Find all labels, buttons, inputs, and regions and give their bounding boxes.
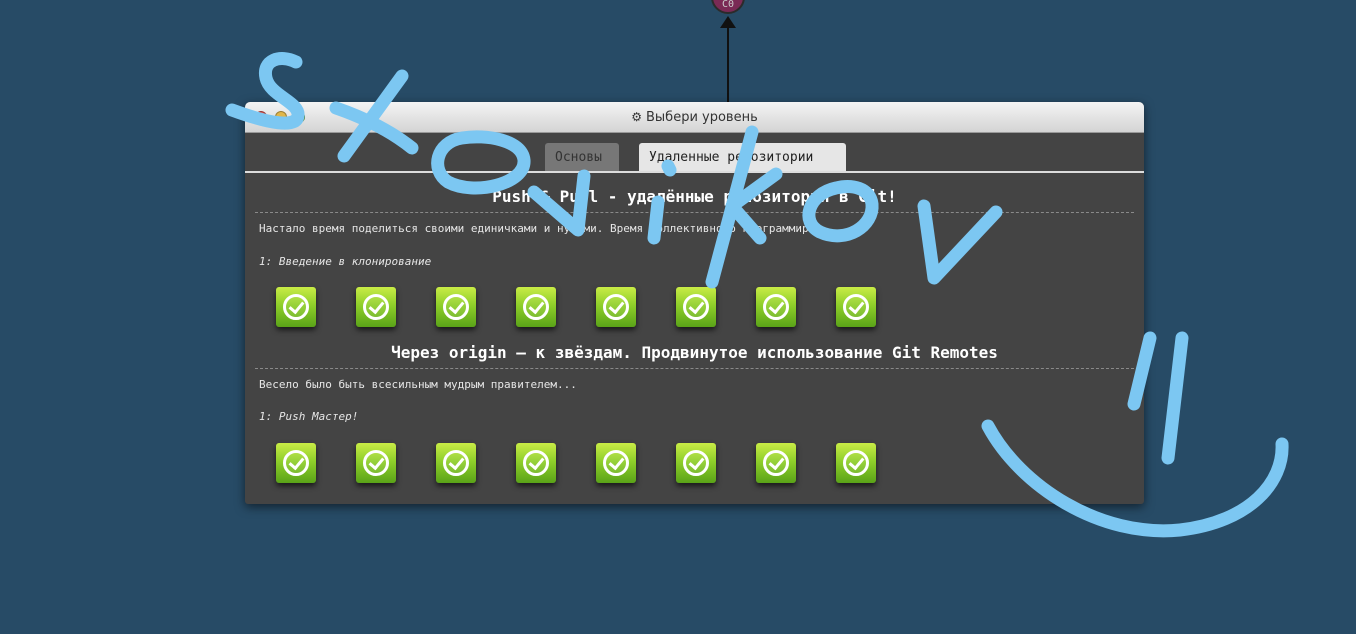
maximize-button[interactable] <box>293 111 305 123</box>
window-titlebar[interactable]: ⚙ Выбери уровень <box>245 102 1144 133</box>
level-heading: 1: Push Мастер! <box>259 410 359 423</box>
check-icon <box>523 450 549 476</box>
arrow-line <box>727 26 729 102</box>
level-button[interactable] <box>276 287 316 327</box>
check-icon <box>283 294 309 320</box>
check-icon <box>843 450 869 476</box>
tab-basics[interactable]: Основы <box>545 143 619 171</box>
close-button[interactable] <box>255 111 267 123</box>
check-icon <box>363 450 389 476</box>
level-button[interactable] <box>516 287 556 327</box>
check-icon <box>763 450 789 476</box>
level-button[interactable] <box>356 287 396 327</box>
level-button[interactable] <box>276 443 316 483</box>
level-button[interactable] <box>836 443 876 483</box>
section-about: Настало время поделиться своими единичка… <box>259 222 809 235</box>
level-button[interactable] <box>756 287 796 327</box>
level-button[interactable] <box>756 443 796 483</box>
check-icon <box>683 450 709 476</box>
level-button[interactable] <box>516 443 556 483</box>
check-icon <box>603 450 629 476</box>
check-icon <box>683 294 709 320</box>
tab-remote-repositories[interactable]: Удаленные репозитории <box>639 143 846 171</box>
level-button[interactable] <box>836 287 876 327</box>
minimize-button[interactable] <box>275 111 287 123</box>
level-button[interactable] <box>676 287 716 327</box>
section-title-push-pull: Push & Pull - удалённые репозитории в Gi… <box>492 187 897 206</box>
commit-node[interactable]: C0 <box>711 0 745 14</box>
check-icon <box>843 294 869 320</box>
window-title: Выбери уровень <box>646 110 758 125</box>
section-divider <box>255 212 1134 213</box>
level-button[interactable] <box>596 287 636 327</box>
tabs-bar: Основы Удаленные репозитории <box>245 133 1144 173</box>
check-icon <box>763 294 789 320</box>
level-select-window: ⚙ Выбери уровень Основы Удаленные репозит… <box>245 102 1144 504</box>
level-button[interactable] <box>356 443 396 483</box>
level-heading: 1: Введение в клонирование <box>259 255 432 268</box>
check-icon <box>443 450 469 476</box>
check-icon <box>443 294 469 320</box>
section-about: Весело было быть всесильным мудрым прави… <box>259 378 577 391</box>
gear-icon: ⚙ <box>631 110 642 124</box>
check-icon <box>523 294 549 320</box>
section-divider <box>255 368 1134 369</box>
level-button[interactable] <box>436 287 476 327</box>
check-icon <box>283 450 309 476</box>
check-icon <box>603 294 629 320</box>
level-button[interactable] <box>676 443 716 483</box>
section-title-remotes-advanced: Через origin – к звёздам. Продвинутое ис… <box>391 343 998 362</box>
level-button[interactable] <box>436 443 476 483</box>
level-button[interactable] <box>596 443 636 483</box>
check-icon <box>363 294 389 320</box>
